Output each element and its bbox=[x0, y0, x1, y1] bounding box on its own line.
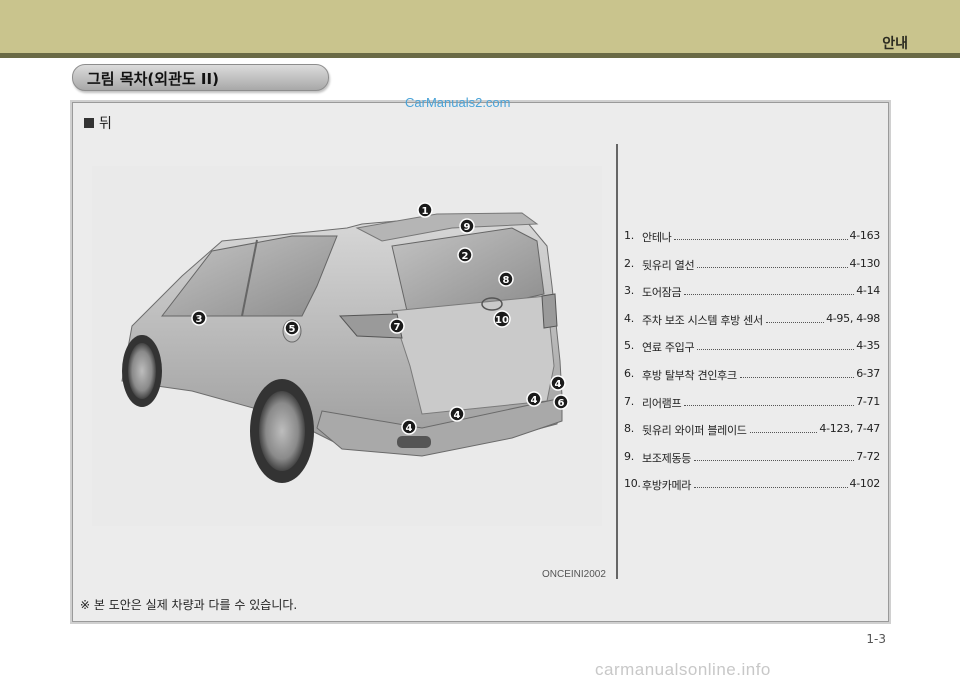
legend-item-number: 1. bbox=[624, 229, 634, 242]
legend-item-page: 4-130 bbox=[849, 256, 881, 270]
svg-text:9: 9 bbox=[464, 222, 471, 233]
legend-item: 10. 후방카메라 4-102 bbox=[624, 477, 880, 505]
leader-dots bbox=[697, 257, 848, 268]
callout-8: 8 bbox=[498, 271, 514, 287]
chapter-title: 안내 bbox=[882, 36, 908, 52]
legend-item: 2. 뒷유리 열선 4-130 bbox=[624, 257, 880, 285]
legend-item-page: 7-71 bbox=[856, 394, 880, 408]
figure-code: ONCEINI2002 bbox=[542, 569, 606, 580]
legend-item-page: 4-163 bbox=[849, 229, 881, 242]
section-title-pill: 그림 목차(외관도 II) bbox=[72, 64, 329, 91]
leader-dots bbox=[739, 367, 855, 378]
legend-item-page: 4-123, 7-47 bbox=[819, 422, 880, 436]
legend-item-number: 9. bbox=[624, 449, 634, 463]
svg-text:1: 1 bbox=[422, 206, 429, 217]
callout-7: 7 bbox=[389, 318, 405, 334]
callout-2: 2 bbox=[457, 247, 473, 263]
callout-4c: 4 bbox=[449, 406, 465, 422]
legend-item: 3. 도어잠금 4-14 bbox=[624, 284, 880, 312]
leader-dots bbox=[749, 422, 818, 434]
leader-dots bbox=[694, 450, 855, 461]
legend-item-number: 4. bbox=[624, 311, 634, 325]
callout-4b: 4 bbox=[526, 391, 542, 407]
legend-item-name: 연료 주입구 bbox=[642, 341, 695, 355]
svg-text:4: 4 bbox=[406, 423, 413, 434]
callout-4d: 4 bbox=[401, 419, 417, 435]
leader-dots bbox=[765, 312, 825, 323]
leader-dots bbox=[684, 284, 855, 296]
svg-text:8: 8 bbox=[503, 275, 510, 286]
legend-item-name: 안테나 bbox=[642, 231, 672, 244]
svg-text:4: 4 bbox=[454, 410, 461, 421]
legend-item: 4. 주차 보조 시스템 후방 센서 4-95, 4-98 bbox=[624, 312, 880, 340]
legend-item-name: 도어잠금 bbox=[642, 286, 682, 300]
leader-dots bbox=[697, 339, 855, 351]
svg-text:3: 3 bbox=[196, 314, 203, 325]
leader-dots bbox=[674, 229, 848, 240]
legend-item-name: 리어램프 bbox=[642, 396, 682, 410]
legend-item: 6. 후방 탈부착 견인후크 6-37 bbox=[624, 367, 880, 395]
subsection-title: 뒤 bbox=[99, 116, 112, 132]
legend-item: 8. 뒷유리 와이퍼 블레이드 4-123, 7-47 bbox=[624, 422, 880, 450]
legend-item: 5. 연료 주입구 4-35 bbox=[624, 339, 880, 367]
legend-item-page: 4-102 bbox=[849, 477, 881, 491]
legend-item-page: 4-95, 4-98 bbox=[826, 311, 880, 325]
leader-dots bbox=[694, 477, 848, 489]
legend-item-number: 10. bbox=[624, 477, 641, 491]
leader-dots bbox=[684, 395, 855, 406]
legend-item-number: 7. bbox=[624, 394, 634, 408]
legend-item-name: 후방 탈부착 견인후크 bbox=[642, 368, 737, 382]
legend-divider bbox=[616, 144, 618, 579]
callout-3: 3 bbox=[191, 310, 207, 326]
legend-item-number: 2. bbox=[624, 256, 634, 270]
svg-text:4: 4 bbox=[531, 395, 538, 406]
svg-text:10: 10 bbox=[495, 315, 509, 326]
legend-item-number: 8. bbox=[624, 422, 634, 436]
parts-legend: 1. 안테나 4-163 2. 뒷유리 열선 4-130 3. 도어잠금 4-14 4. 주차 보조… bbox=[624, 229, 880, 505]
svg-text:2: 2 bbox=[462, 251, 469, 262]
callout-4a: 4 bbox=[550, 375, 566, 391]
square-bullet-icon bbox=[84, 118, 94, 128]
legend-item-number: 3. bbox=[624, 284, 634, 298]
header-band bbox=[0, 0, 960, 53]
callout-9: 9 bbox=[459, 218, 475, 234]
svg-text:7: 7 bbox=[394, 322, 401, 333]
svg-text:5: 5 bbox=[289, 324, 296, 335]
svg-text:6: 6 bbox=[558, 398, 565, 409]
legend-item-page: 4-35 bbox=[856, 339, 880, 353]
legend-item-name: 주차 보조 시스템 후방 센서 bbox=[642, 313, 763, 327]
legend-item-page: 7-72 bbox=[856, 449, 880, 463]
subsection-heading: 뒤 bbox=[84, 113, 112, 133]
suv-rear-drawing: 1 9 2 8 10 3 5 7 4 4 6 4 4 bbox=[121, 202, 569, 483]
legend-item-page: 6-37 bbox=[856, 366, 880, 380]
legend-item: 7. 리어램프 7-71 bbox=[624, 395, 880, 423]
legend-item-page: 4-14 bbox=[856, 284, 880, 298]
watermark-bottom: carmanualsonline.info bbox=[595, 660, 771, 679]
watermark-link[interactable]: CarManuals2.com bbox=[405, 95, 511, 110]
legend-item-name: 뒷유리 와이퍼 블레이드 bbox=[642, 424, 747, 438]
section-title: 그림 목차(외관도 II) bbox=[87, 70, 219, 88]
legend-item-name: 뒷유리 열선 bbox=[642, 258, 695, 272]
callout-1: 1 bbox=[417, 202, 433, 218]
legend-item: 9. 보조제동등 7-72 bbox=[624, 450, 880, 478]
callout-5: 5 bbox=[284, 320, 300, 336]
legend-item-number: 6. bbox=[624, 366, 634, 380]
legend-item: 1. 안테나 4-163 bbox=[624, 229, 880, 257]
legend-item-number: 5. bbox=[624, 339, 634, 353]
callout-6: 6 bbox=[553, 394, 569, 410]
legend-item-name: 후방카메라 bbox=[642, 479, 692, 493]
disclaimer-note: ※ 본 도안은 실제 차량과 다를 수 있습니다. bbox=[80, 598, 298, 612]
vehicle-rear-illustration: 1 9 2 8 10 3 5 7 4 4 6 4 4 bbox=[92, 166, 602, 526]
header-rule bbox=[0, 53, 960, 58]
legend-item-name: 보조제동등 bbox=[642, 451, 692, 465]
svg-text:4: 4 bbox=[555, 379, 562, 390]
page-number: 1-3 bbox=[866, 632, 886, 646]
callout-10: 10 bbox=[493, 310, 511, 328]
